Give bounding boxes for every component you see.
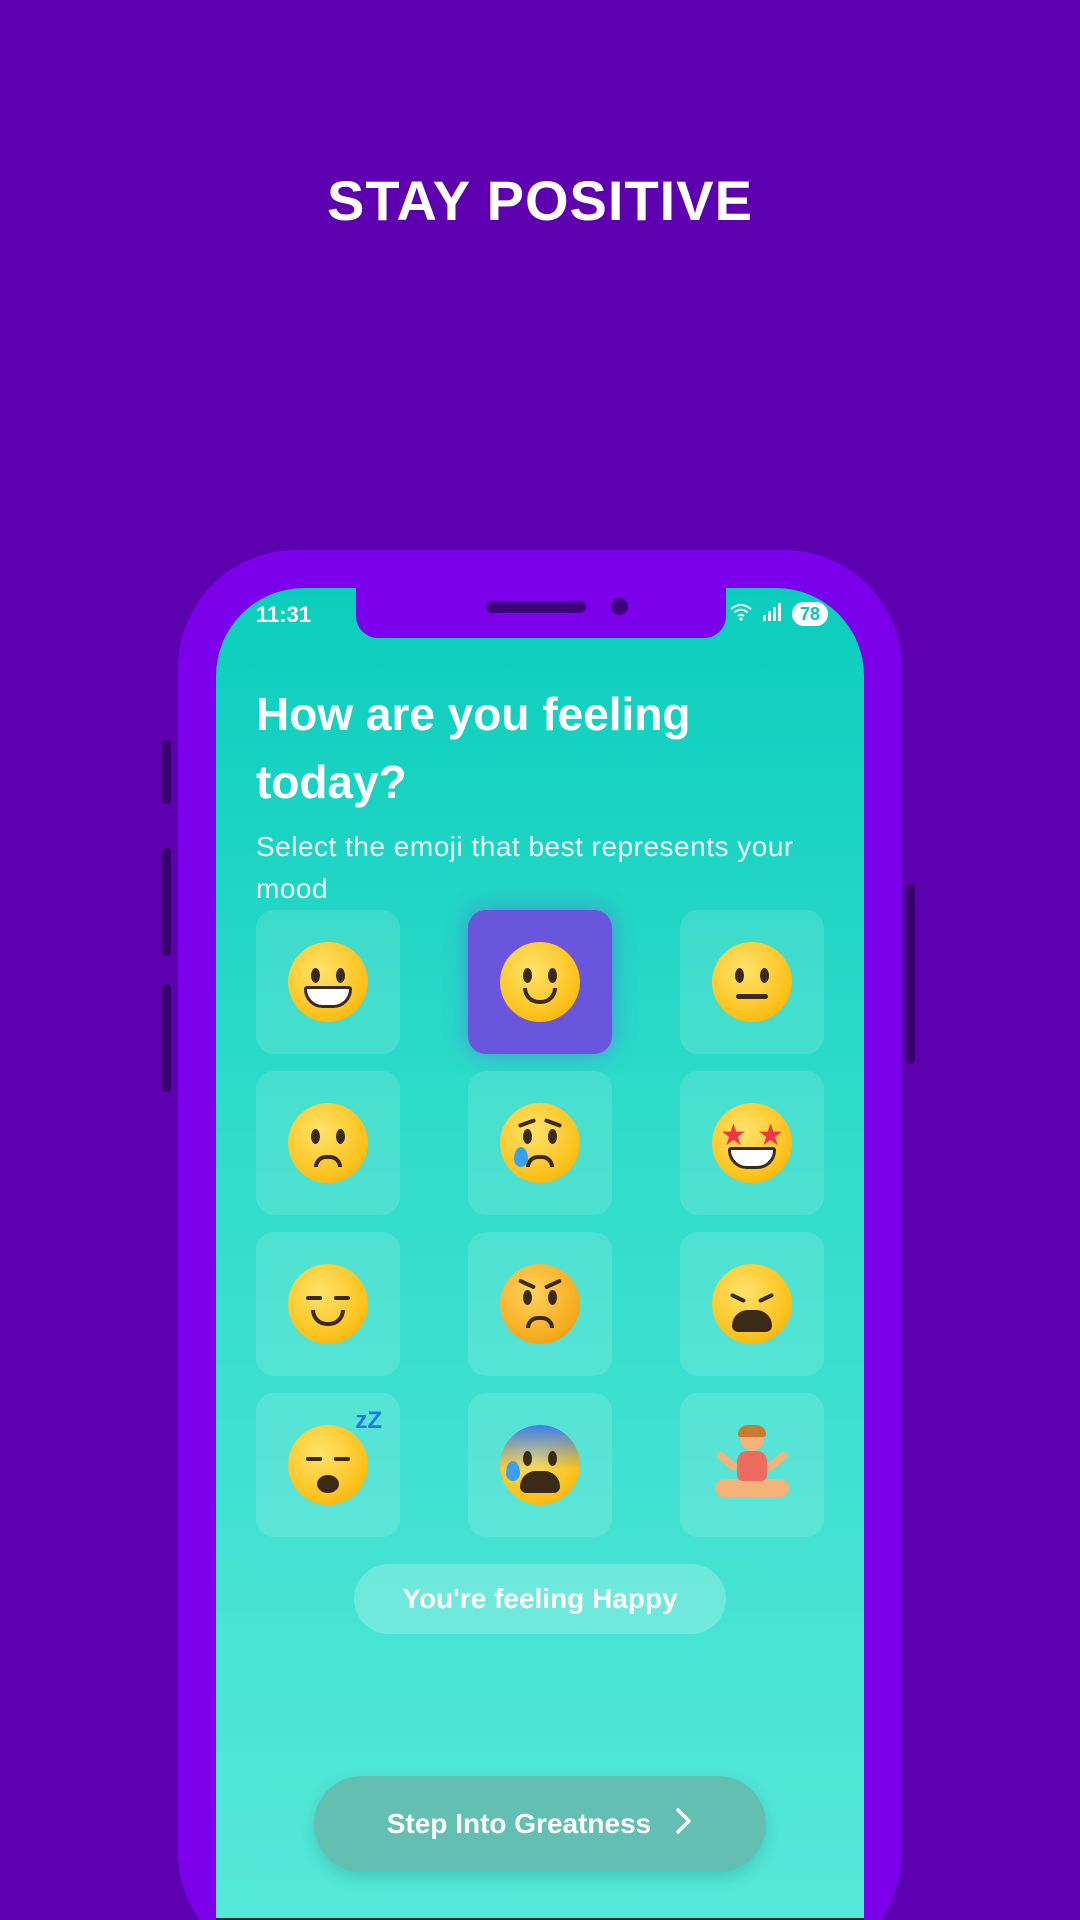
emoji-option-star-struck[interactable]: ★ ★ xyxy=(680,1071,824,1215)
star-struck-face-icon: ★ ★ xyxy=(712,1103,792,1183)
mood-question: How are you feeling today? xyxy=(256,688,691,808)
emoji-option-relieved[interactable] xyxy=(256,1232,400,1376)
emoji-option-angry[interactable] xyxy=(468,1232,612,1376)
relieved-face-icon xyxy=(288,1264,368,1344)
anxious-face-icon xyxy=(500,1425,580,1505)
front-camera xyxy=(611,598,628,615)
signal-icon xyxy=(762,602,782,626)
phone-mute-switch xyxy=(162,740,171,804)
emoji-option-slightly-smiling[interactable] xyxy=(468,910,612,1054)
promo-headline: STAY POSITIVE xyxy=(327,169,753,232)
speaker-grille xyxy=(486,601,586,613)
status-icons: 78 xyxy=(730,602,828,626)
cta-label: Step Into Greatness xyxy=(386,1808,652,1839)
emoji-option-meditating[interactable] xyxy=(680,1393,824,1537)
emoji-option-anxious[interactable] xyxy=(468,1393,612,1537)
step-into-greatness-button[interactable]: Step Into Greatness xyxy=(314,1776,766,1872)
phone-power-button xyxy=(906,884,915,1064)
emoji-option-crying[interactable] xyxy=(468,1071,612,1215)
phone-notch xyxy=(356,588,726,638)
crying-face-icon xyxy=(500,1103,580,1183)
phone-volume-up xyxy=(162,848,171,956)
meditating-person-icon xyxy=(707,1425,797,1505)
phone-volume-down xyxy=(162,984,171,1092)
chevron-right-icon xyxy=(675,1807,693,1841)
status-time: 11:31 xyxy=(256,602,312,627)
sleeping-face-icon: zZ xyxy=(288,1407,382,1505)
mood-subtitle: Select the emoji that best represents yo… xyxy=(256,831,794,904)
grinning-face-icon xyxy=(288,942,368,1022)
emoji-option-confused[interactable] xyxy=(256,1071,400,1215)
emoji-option-neutral[interactable] xyxy=(680,910,824,1054)
tired-face-icon xyxy=(712,1264,792,1344)
confused-face-icon xyxy=(288,1103,368,1183)
promo-screen: STAY POSITIVE 11:31 78 How are you feeli… xyxy=(0,0,1080,1920)
battery-indicator: 78 xyxy=(791,602,828,626)
slightly-smiling-face-icon xyxy=(500,942,580,1022)
emoji-grid: ★ ★ zZ xyxy=(256,910,824,1537)
emoji-option-sleeping[interactable]: zZ xyxy=(256,1393,400,1537)
emoji-option-grinning[interactable] xyxy=(256,910,400,1054)
emoji-option-tired[interactable] xyxy=(680,1232,824,1376)
feeling-status-badge: You're feeling Happy xyxy=(354,1564,726,1634)
wifi-icon xyxy=(730,603,752,626)
phone-screen: 11:31 78 How are you feeling today? Sele… xyxy=(216,588,864,1920)
angry-face-icon xyxy=(500,1264,580,1344)
neutral-face-icon xyxy=(712,942,792,1022)
